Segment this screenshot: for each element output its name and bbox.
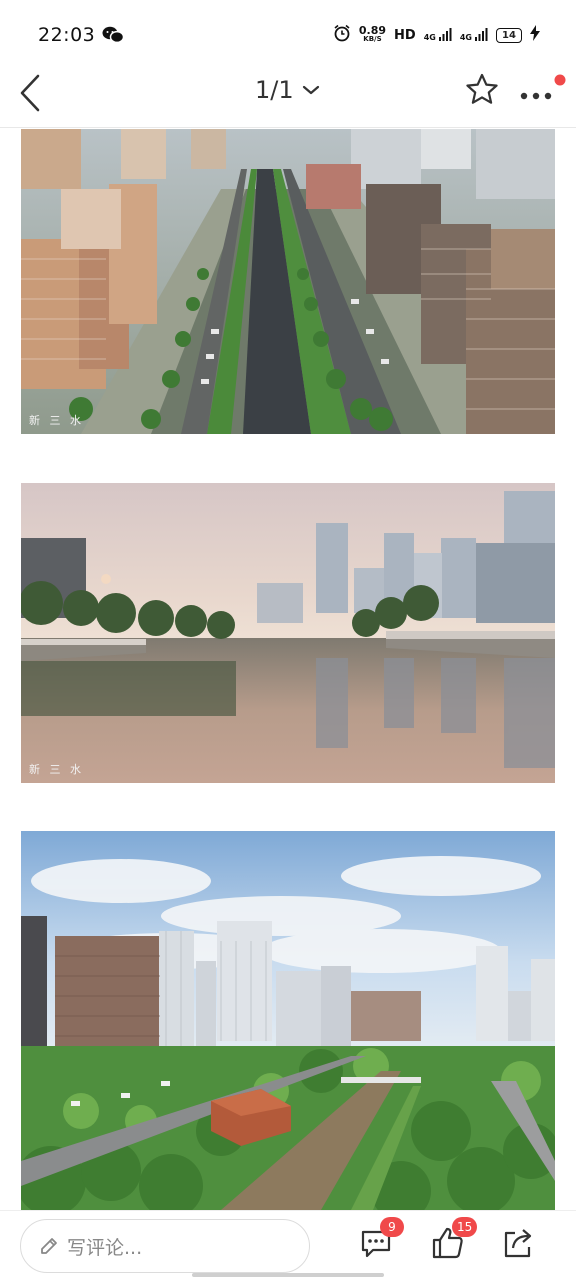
wechat-icon xyxy=(102,26,125,44)
like-button[interactable]: 15 xyxy=(430,1217,478,1261)
back-button[interactable] xyxy=(14,70,50,116)
star-icon xyxy=(466,73,498,104)
bottom-action-bar: 写评论... 9 15 xyxy=(0,1210,576,1280)
comments-count-badge: 9 xyxy=(380,1217,404,1237)
status-indicators: 0.89 KB/S HD 4G 4G 14 xyxy=(333,22,540,48)
signal-icon: 4G xyxy=(424,28,452,42)
page-selector[interactable]: 1/1 xyxy=(255,76,320,104)
comment-placeholder: 写评论... xyxy=(67,1236,143,1259)
status-time: 22:03 xyxy=(38,24,96,46)
more-button[interactable] xyxy=(518,74,566,104)
photo-canal-park[interactable] xyxy=(21,831,555,1210)
article-content: 新 三 水 新 三 水 xyxy=(0,129,576,1210)
page-indicator: 1/1 xyxy=(255,76,294,104)
back-icon xyxy=(20,74,40,112)
photo-watermark: 新 三 水 xyxy=(29,763,84,776)
notification-dot xyxy=(554,74,566,86)
home-indicator[interactable] xyxy=(192,1273,384,1277)
share-button[interactable] xyxy=(500,1225,536,1261)
share-icon xyxy=(504,1229,532,1258)
photo-aerial-street[interactable]: 新 三 水 xyxy=(21,129,555,434)
comment-input[interactable]: 写评论... xyxy=(20,1219,310,1273)
photo-watermark: 新 三 水 xyxy=(29,414,84,427)
hd-indicator: HD xyxy=(394,27,416,43)
alarm-icon xyxy=(333,24,351,46)
chevron-down-icon xyxy=(302,85,319,95)
comments-button[interactable]: 9 xyxy=(358,1217,404,1261)
signal-icon: 4G xyxy=(460,28,488,42)
status-bar: 22:03 0.89 KB/S HD 4G 4G 14 xyxy=(0,0,576,66)
favorite-button[interactable] xyxy=(464,72,500,108)
battery-icon: 14 xyxy=(496,27,522,43)
pencil-icon xyxy=(41,1238,57,1254)
network-speed: 0.89 KB/S xyxy=(358,24,387,43)
photo-river-reflection[interactable]: 新 三 水 xyxy=(21,483,555,783)
charging-icon xyxy=(530,25,540,45)
more-icon xyxy=(520,74,566,100)
nav-bar: 1/1 xyxy=(0,66,576,128)
likes-count-badge: 15 xyxy=(452,1217,478,1237)
